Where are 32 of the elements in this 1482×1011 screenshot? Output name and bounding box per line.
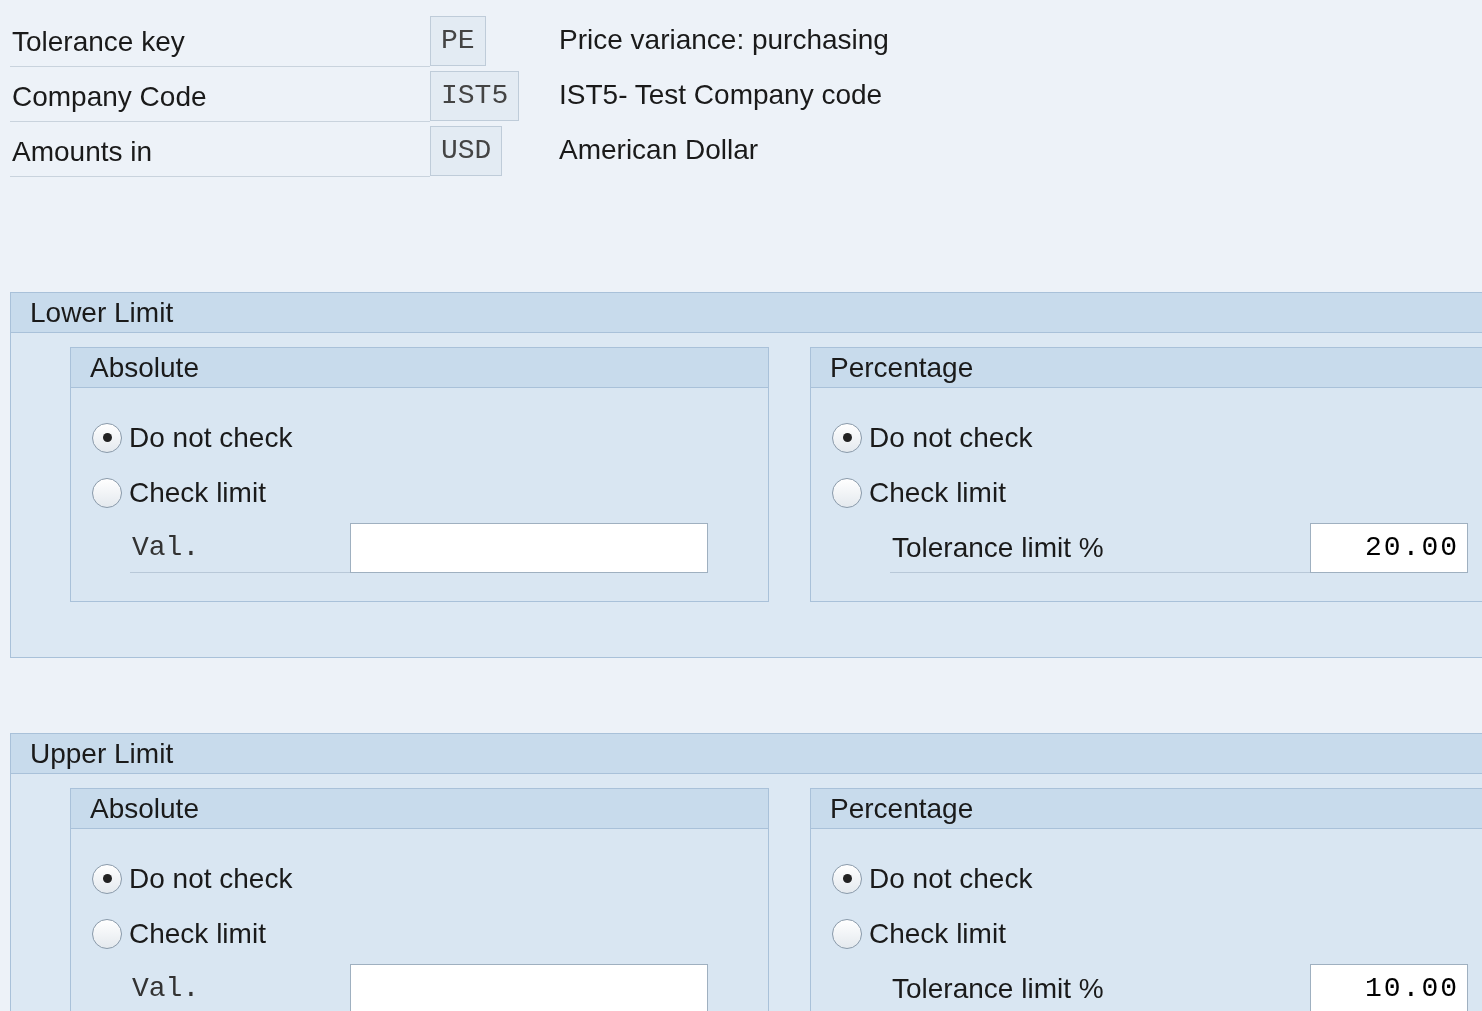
radio-button[interactable] — [92, 863, 122, 894]
radio-button[interactable] — [832, 918, 862, 949]
display-field: IST5 — [430, 71, 520, 121]
radio-label[interactable]: Do not check — [869, 857, 1033, 900]
radio-label[interactable]: Do not check — [129, 857, 293, 900]
radio-button[interactable] — [832, 422, 862, 453]
radio-button[interactable] — [92, 477, 122, 508]
radio-button[interactable] — [832, 863, 862, 894]
group-title: Absolute — [71, 789, 768, 829]
display-field: USD — [430, 126, 503, 176]
radio-label[interactable]: Do not check — [869, 416, 1033, 459]
input-field[interactable]: 20.00 — [1310, 522, 1468, 573]
radio-button[interactable] — [832, 477, 862, 508]
radio-label[interactable]: Do not check — [129, 416, 293, 459]
input-field[interactable]: 10.00 — [1310, 963, 1468, 1011]
display-field: PE — [430, 16, 486, 66]
radio-label[interactable]: Check limit — [869, 471, 1006, 514]
radio-label[interactable]: Check limit — [869, 912, 1006, 955]
radio-button[interactable] — [92, 422, 122, 453]
group-title: Upper Limit — [11, 734, 1482, 774]
group-title: Percentage — [811, 789, 1482, 829]
group-title: Absolute — [71, 348, 768, 388]
input-field[interactable] — [350, 522, 708, 573]
radio-button[interactable] — [92, 918, 122, 949]
field-description: American Dollar — [559, 132, 759, 167]
input-field[interactable] — [350, 963, 708, 1011]
radio-label[interactable]: Check limit — [129, 912, 266, 955]
group-title: Percentage — [811, 348, 1482, 388]
radio-label[interactable]: Check limit — [129, 471, 266, 514]
group-title: Lower Limit — [11, 293, 1482, 333]
field-description: IST5- Test Company code — [559, 77, 883, 112]
field-description: Price variance: purchasing — [559, 22, 889, 57]
